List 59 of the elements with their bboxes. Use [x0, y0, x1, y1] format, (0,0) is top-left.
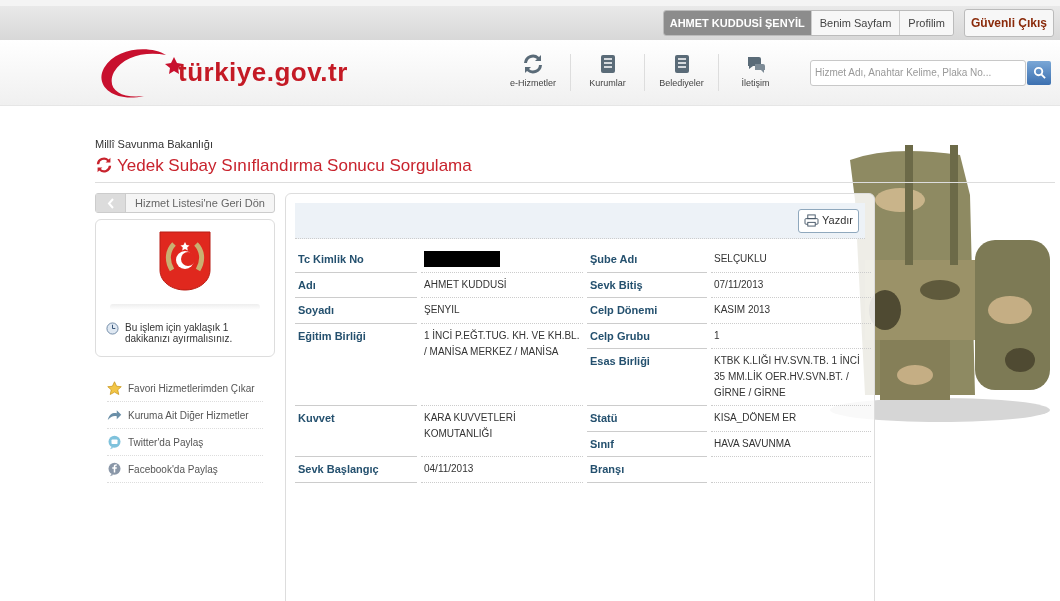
field-value: KTBK K.LIĞI HV.SVN.TB. 1 İNCİ 35 MM.LİK OER.HV.SVN.BT. / GİRNE / GİRNE: [714, 355, 860, 398]
nav-link[interactable]: Benim Sayfam: [810, 10, 900, 36]
field-value: ŞENYIL: [424, 304, 460, 315]
side-link[interactable]: Favori Hizmetlerimden Çıkar: [107, 375, 263, 402]
field-label: Tc Kimlik No: [295, 247, 417, 273]
duration-note: Bu işlem için yaklaşık 1 dakikanızı ayırmalısınız.: [125, 322, 234, 344]
field-label: Statü: [587, 406, 707, 432]
field-label: Esas Birliği: [587, 349, 707, 406]
field-label: Soyadı: [295, 298, 417, 324]
side-link[interactable]: Twitter'da Paylaş: [107, 429, 263, 456]
field-label: Branşı: [587, 457, 707, 483]
nav-item[interactable]: Belediyeler: [644, 54, 718, 91]
field-label: Adı: [295, 272, 417, 298]
curved-arrow-icon: [107, 408, 122, 422]
clock-icon: [106, 322, 119, 335]
speech-bubble-icon: [107, 434, 122, 450]
chevron-left-icon: [107, 197, 114, 209]
emblem-icon: [158, 230, 212, 292]
field-label: Celp Dönemi: [587, 298, 707, 324]
logout-button[interactable]: Güvenli Çıkış: [963, 9, 1054, 37]
nav-item[interactable]: İletişim: [718, 54, 792, 91]
printer-icon: [804, 214, 819, 227]
field-value: KISA_DÖNEM ER: [714, 412, 797, 423]
search-icon: [1032, 66, 1046, 79]
field-label: Celp Grubu: [587, 323, 707, 349]
refresh-icon: [95, 157, 113, 174]
site-logo-text: türkiye.gov.tr: [178, 56, 348, 89]
notebook-icon: [672, 54, 691, 75]
field-value: HAVA SAVUNMA: [714, 437, 791, 449]
notebook-icon: [598, 54, 617, 75]
field-value: KARA KUVVETLERİ KOMUTANLIĞI: [424, 412, 516, 439]
refresh-icon: [523, 54, 543, 75]
field-label: Sevk Başlangıç: [295, 457, 417, 483]
field-value: 07/11/2013: [714, 278, 764, 290]
chat-icon: [745, 54, 766, 75]
field-label: Sevk Bitiş: [587, 272, 707, 298]
field-label: Kuvvet: [295, 406, 417, 457]
print-button[interactable]: Yazdır: [798, 208, 859, 233]
search-button[interactable]: [1027, 60, 1051, 85]
search-field[interactable]: Hizmet Adı, Anahtar Kelime, Plaka No...: [810, 59, 1026, 86]
speech-bubble-icon: [107, 461, 122, 477]
nav-item[interactable]: Kurumlar: [570, 54, 644, 91]
field-label: Eğitim Birliği: [295, 323, 417, 406]
nav-item[interactable]: e-Hizmetler: [496, 54, 570, 91]
field-label: Sınıf: [587, 431, 707, 457]
field-value: 1 İNCİ P.EĞT.TUG. KH. VE KH.BL. / MANİSA MERKEZ / MANİSA: [424, 329, 580, 357]
star-icon: [107, 380, 122, 396]
field-value: KASIM 2013: [714, 304, 771, 315]
nav-link[interactable]: Profilim: [899, 10, 953, 36]
breadcrumb: Millî Savunma Bakanlığı: [95, 137, 214, 152]
field-label: Şube Adı: [587, 247, 707, 273]
field-value: AHMET KUDDUSİ: [424, 278, 507, 290]
page-title: Yedek Subay Sınıflandırma Sonucu Sorgulama: [117, 154, 472, 177]
field-value: 04/11/2013: [424, 463, 474, 474]
back-button[interactable]: Hizmet Listesi'ne Geri Dön: [95, 193, 275, 213]
field-value: 1: [714, 329, 720, 341]
side-link[interactable]: Kuruma Ait Diğer Hizmetler: [107, 402, 263, 429]
field-value: SELÇUKLU: [714, 253, 767, 264]
side-link[interactable]: Facebook'da Paylaş: [107, 456, 263, 483]
